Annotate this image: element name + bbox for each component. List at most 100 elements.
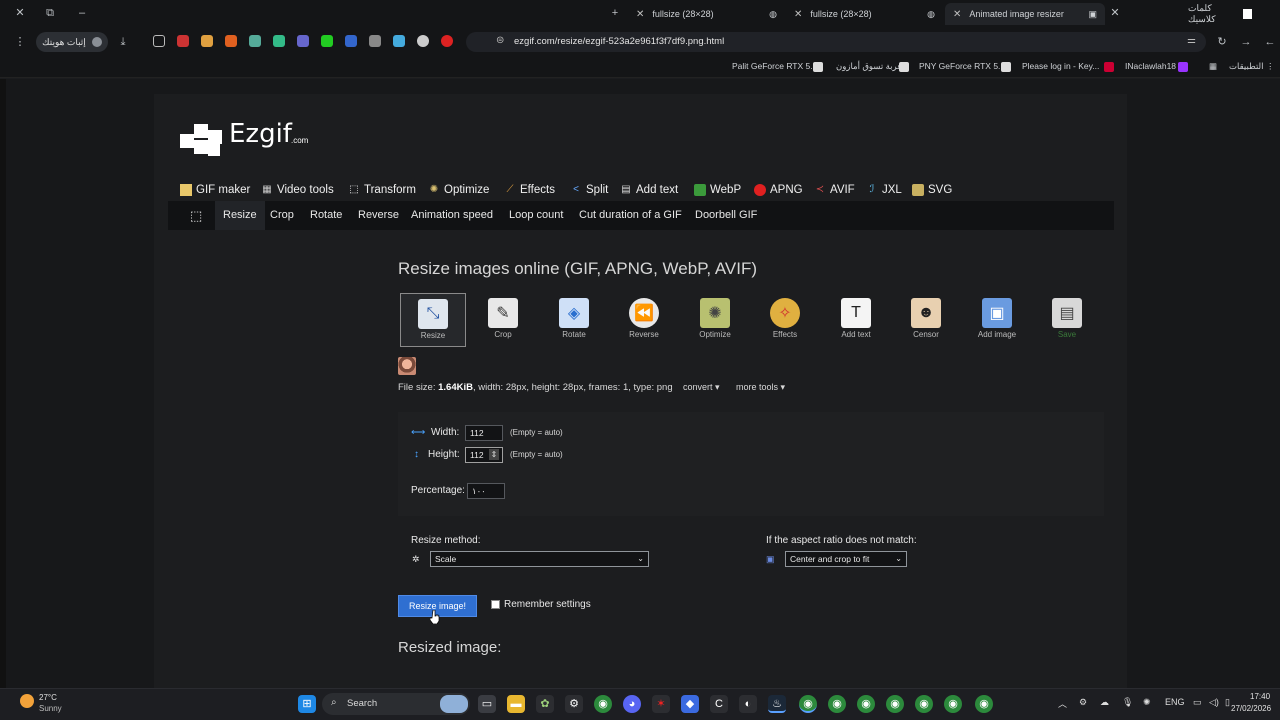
settings-icon[interactable]: ⚙	[565, 695, 583, 713]
extension-icon[interactable]	[273, 35, 285, 47]
nav-split[interactable]: < Split	[570, 180, 608, 200]
tool-optimize[interactable]: ✺ Optimize	[682, 293, 748, 347]
steam-icon[interactable]: ♨	[768, 695, 786, 713]
clock-date[interactable]: 27/02/2026	[1231, 704, 1271, 713]
tool-censor[interactable]: ☻ Censor	[893, 293, 959, 347]
nav-transform[interactable]: ⬚ Transform	[348, 180, 416, 200]
app-icon[interactable]: ✶	[652, 695, 670, 713]
discord-icon[interactable]: ◕	[623, 695, 641, 713]
file-explorer-icon[interactable]: ▬	[507, 695, 525, 713]
nav-video-tools[interactable]: ▦ Video tools	[261, 180, 333, 200]
bookmark-item[interactable]: INaclawlah18	[1125, 61, 1176, 71]
width-input[interactable]: 112	[465, 425, 503, 441]
tab-close-icon[interactable]: ✕	[636, 9, 644, 20]
bookmark-item[interactable]: Please log in - Key...	[1022, 61, 1099, 71]
tab-close-icon[interactable]: ✕	[794, 9, 802, 20]
tray-mic-icon[interactable]: 🎙	[1122, 697, 1133, 708]
ccleaner-icon[interactable]: C	[710, 695, 728, 713]
app-icon[interactable]: ◆	[681, 695, 699, 713]
bookmark-item[interactable]: التطبيقات	[1229, 61, 1264, 72]
clock-time[interactable]: 17:40	[1250, 692, 1270, 701]
nav-optimize[interactable]: ✺ Optimize	[428, 180, 490, 200]
language-indicator[interactable]: ENG	[1165, 697, 1185, 707]
convert-dropdown[interactable]: convert ▾	[683, 382, 720, 393]
tab-arabic[interactable]: كلمات كلاسيك	[1180, 3, 1260, 25]
tune-icon[interactable]: ⚌	[1187, 35, 1196, 46]
extension-icon[interactable]	[225, 35, 237, 47]
display-icon[interactable]: ▭	[1193, 697, 1202, 708]
weather-temp[interactable]: 27°C	[39, 693, 57, 702]
tray-cloud-icon[interactable]: ☁	[1100, 697, 1109, 708]
ezgif-logo-icon[interactable]	[180, 122, 222, 156]
nav-jxl[interactable]: ℐ JXL	[866, 180, 902, 200]
chrome-icon[interactable]: ◉	[915, 695, 933, 713]
bookmark-item[interactable]: Palit GeForce RTX 5...	[732, 61, 817, 71]
tool-effects[interactable]: ✧ Effects	[752, 293, 818, 347]
extension-icon[interactable]	[153, 35, 165, 47]
new-tab-icon[interactable]: +	[608, 6, 622, 20]
extension-icon[interactable]	[441, 35, 453, 47]
back-icon[interactable]: ←	[1263, 35, 1277, 49]
remember-settings-checkbox[interactable]	[491, 600, 500, 609]
logo-text[interactable]: Ezgif	[229, 119, 292, 149]
subnav-rotate[interactable]: Rotate	[302, 201, 350, 230]
extension-icon[interactable]	[249, 35, 261, 47]
extension-icon[interactable]	[345, 35, 357, 47]
volume-icon[interactable]: ◁)	[1209, 697, 1219, 708]
nav-avif[interactable]: ≺ AVIF	[814, 180, 855, 200]
tool-add-text[interactable]: T Add text	[823, 293, 889, 347]
tray-overflow-icon[interactable]: ︿	[1058, 697, 1067, 710]
tab-close-icon[interactable]: ✕	[1108, 6, 1122, 20]
bookmark-item[interactable]: PNY GeForce RTX 5...	[919, 61, 1005, 71]
subnav-animation-speed[interactable]: Animation speed	[403, 201, 501, 230]
tab-actions-icon[interactable]: ⧉	[43, 6, 57, 20]
tab-animated-image-resizer[interactable]: ✕ Animated image resizer ▣	[945, 3, 1105, 25]
subnav-doorbell-gif[interactable]: Doorbell GIF	[687, 201, 765, 230]
site-info-icon[interactable]: ⊜	[496, 35, 504, 46]
start-windows-icon[interactable]: ⊞	[298, 695, 316, 713]
extension-icon[interactable]	[321, 35, 333, 47]
chrome-icon[interactable]: ◉	[886, 695, 904, 713]
profile-button[interactable]: إثبات هويتك	[36, 32, 108, 52]
address-bar[interactable]: ⊜ ezgif.com/resize/ezgif-523a2e961f3f7df…	[466, 32, 1206, 52]
nav-apng[interactable]: APNG	[754, 180, 803, 200]
tool-add-image[interactable]: ▣ Add image	[964, 293, 1030, 347]
spinner-icon[interactable]: ⇕	[489, 449, 499, 460]
subnav-reverse[interactable]: Reverse	[350, 201, 407, 230]
minimize-icon[interactable]: –	[75, 6, 89, 20]
subnav-loop-count[interactable]: Loop count	[501, 201, 571, 230]
extension-icon[interactable]	[417, 35, 429, 47]
app-icon[interactable]: ✿	[536, 695, 554, 713]
chrome-icon[interactable]: ◉	[857, 695, 875, 713]
app-icon[interactable]: ◐	[739, 695, 757, 713]
resize-method-select[interactable]: Scale ⌄	[430, 551, 649, 567]
battery-icon[interactable]: ▯	[1225, 697, 1230, 708]
nav-svg[interactable]: SVG	[912, 180, 952, 200]
extension-icon[interactable]	[201, 35, 213, 47]
extension-icon[interactable]	[369, 35, 381, 47]
extension-icon[interactable]	[297, 35, 309, 47]
chrome-icon[interactable]: ◉	[944, 695, 962, 713]
tab-fullsize-1[interactable]: ✕ fullsize (28×28) ◍	[628, 3, 783, 25]
subnav-cut-duration[interactable]: Cut duration of a GIF	[571, 201, 690, 230]
tool-reverse[interactable]: ⏪ Reverse	[611, 293, 677, 347]
chrome-icon[interactable]: ◉	[975, 695, 993, 713]
tray-app-icon[interactable]: ⚙	[1079, 697, 1087, 708]
subnav-resize[interactable]: Resize	[215, 201, 265, 230]
nav-effects[interactable]: ⟋ Effects	[504, 180, 555, 200]
nav-gif-maker[interactable]: GIF maker	[180, 180, 250, 200]
close-window-icon[interactable]: ✕	[13, 6, 27, 20]
chrome-icon[interactable]: ◉	[594, 695, 612, 713]
reload-icon[interactable]: ↻	[1215, 35, 1229, 49]
task-view-icon[interactable]: ▭	[478, 695, 496, 713]
tab-fullsize-2[interactable]: ✕ fullsize (28×28) ◍	[786, 3, 941, 25]
apps-grid-icon[interactable]: ▦	[1209, 61, 1217, 72]
tray-app-icon[interactable]: ✺	[1143, 697, 1151, 708]
chrome-icon[interactable]: ◉	[828, 695, 846, 713]
aspect-ratio-select[interactable]: Center and crop to fit ⌄	[785, 551, 907, 567]
tab-close-icon[interactable]: ✕	[953, 9, 961, 20]
nav-webp[interactable]: WebP	[694, 180, 741, 200]
tool-save[interactable]: ▤ Save	[1034, 293, 1100, 347]
chrome-icon[interactable]: ◉	[799, 695, 817, 713]
extension-icon[interactable]	[177, 35, 189, 47]
